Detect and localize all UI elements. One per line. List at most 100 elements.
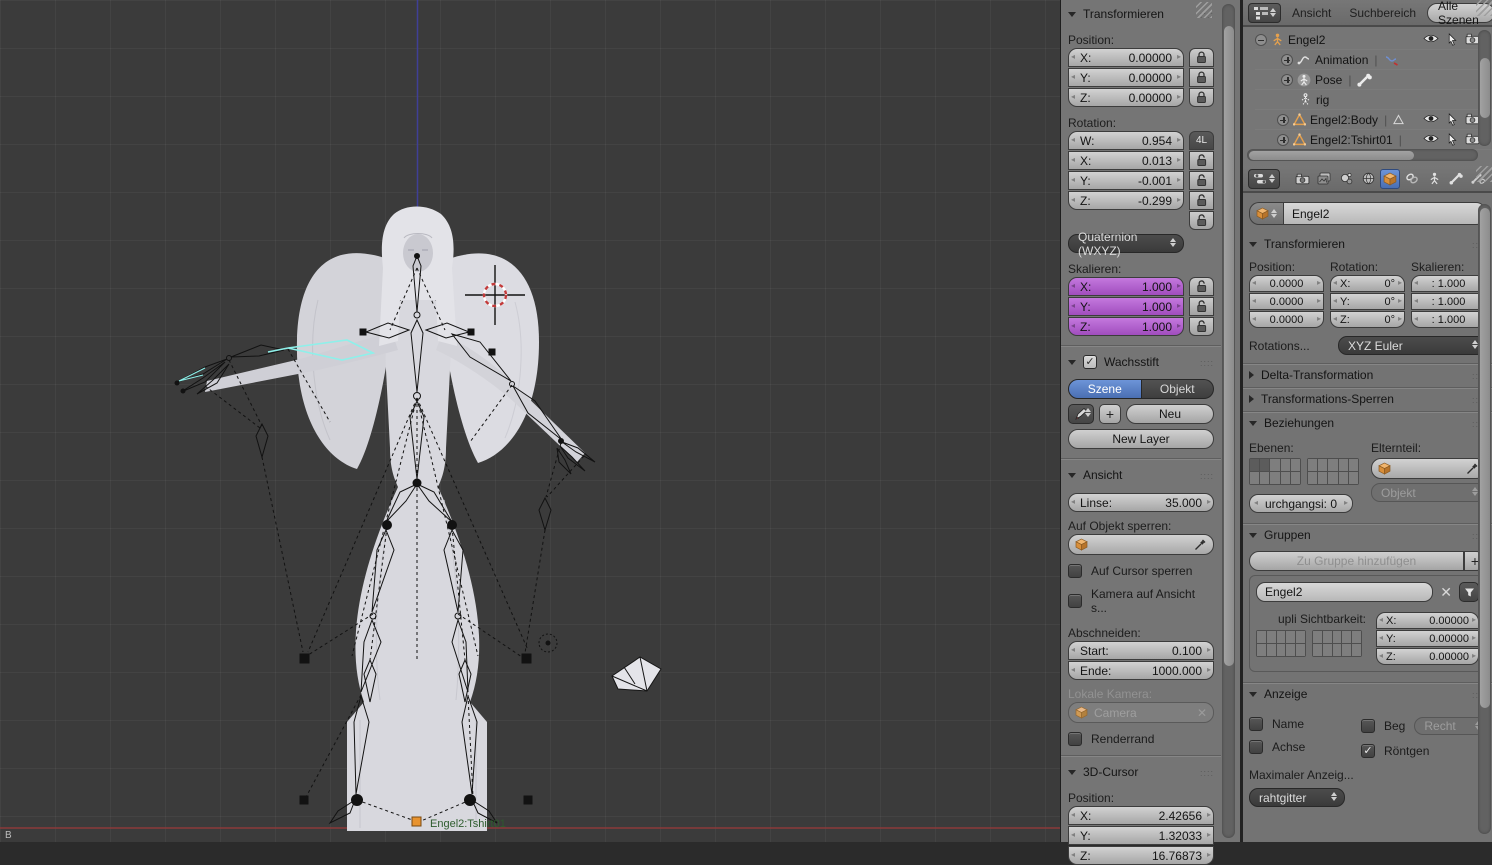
rotation-w-field[interactable]: W:0.954 bbox=[1068, 131, 1184, 150]
object-name-field[interactable]: Engel2 bbox=[1283, 202, 1486, 225]
obj-rotation-x-field[interactable]: X:0° bbox=[1330, 275, 1405, 292]
render-border-checkbox[interactable] bbox=[1068, 732, 1082, 746]
display-axis-row[interactable]: Achse bbox=[1249, 740, 1361, 754]
camera-to-view-checkbox[interactable] bbox=[1068, 594, 1082, 608]
eyedropper-icon[interactable] bbox=[1194, 538, 1207, 551]
display-name-checkbox[interactable] bbox=[1249, 717, 1263, 731]
lock-open-icon[interactable] bbox=[1189, 297, 1214, 316]
dupli-layers-grid-1[interactable] bbox=[1256, 630, 1306, 657]
position-z-field[interactable]: Z:0.00000 bbox=[1068, 88, 1184, 107]
pass-index-field[interactable]: urchgangsi: 0 bbox=[1249, 494, 1353, 513]
panel-header-groups[interactable]: Gruppen bbox=[1249, 525, 1486, 545]
bounds-type-select[interactable]: Recht bbox=[1414, 717, 1486, 735]
lock-closed-icon[interactable] bbox=[1189, 88, 1214, 107]
lens-field[interactable]: Linse:35.000 bbox=[1068, 493, 1214, 512]
outliner-vscrollbar[interactable] bbox=[1478, 30, 1491, 146]
add-icon[interactable] bbox=[1099, 404, 1121, 424]
local-camera-field[interactable]: Camera ✕ bbox=[1068, 702, 1214, 723]
position-y-field[interactable]: Y:0.00000 bbox=[1068, 68, 1184, 87]
selectability-cursor-icon[interactable] bbox=[1447, 113, 1457, 126]
panel-header-display[interactable]: Anzeige bbox=[1249, 684, 1486, 704]
editor-type-button[interactable] bbox=[1248, 2, 1281, 23]
lock-cursor-checkbox[interactable] bbox=[1068, 564, 1082, 578]
outliner-row-body[interactable]: Engel2:Body | bbox=[1255, 110, 1492, 130]
tab-scene[interactable]: Szene bbox=[1068, 379, 1142, 399]
lock-closed-icon[interactable] bbox=[1189, 68, 1214, 87]
obj-position-x-field[interactable]: 0.0000 bbox=[1249, 275, 1324, 292]
group-offset-z-field[interactable]: Z:0.00000 bbox=[1376, 648, 1479, 665]
editor-resize-corner[interactable] bbox=[1476, 166, 1492, 182]
scale-z-field[interactable]: Z:1.000 bbox=[1068, 317, 1184, 336]
lock-open-icon[interactable] bbox=[1189, 211, 1214, 230]
lock-open-icon[interactable] bbox=[1189, 191, 1214, 210]
panel-header-view[interactable]: Ansicht bbox=[1068, 465, 1214, 485]
selectability-cursor-icon[interactable] bbox=[1447, 33, 1457, 46]
new-layer-button[interactable]: New Layer bbox=[1068, 429, 1214, 449]
collapse-minus-icon[interactable] bbox=[1255, 33, 1267, 46]
lock-open-icon[interactable] bbox=[1189, 317, 1214, 336]
editor-type-button[interactable] bbox=[1248, 168, 1280, 189]
panel-header-transform-locks[interactable]: Transformations-Sperren bbox=[1249, 389, 1486, 409]
parent-field[interactable] bbox=[1371, 458, 1486, 479]
group-offset-x-field[interactable]: X:0.00000 bbox=[1376, 612, 1479, 629]
expand-plus-icon[interactable] bbox=[1277, 133, 1289, 146]
rotation-x-field[interactable]: X:0.013 bbox=[1068, 151, 1184, 170]
lock-object-field[interactable] bbox=[1068, 534, 1214, 555]
tab-render-layers-icon[interactable] bbox=[1314, 169, 1334, 189]
panel-header-relations[interactable]: Beziehungen bbox=[1249, 413, 1486, 433]
draw-type-select[interactable]: rahtgitter bbox=[1249, 788, 1345, 807]
visibility-eye-icon[interactable] bbox=[1423, 113, 1439, 124]
expand-plus-icon[interactable] bbox=[1281, 53, 1293, 66]
display-bounds-row[interactable]: Beg Recht bbox=[1361, 717, 1486, 735]
n-panel-scrollbar[interactable] bbox=[1222, 4, 1235, 838]
object-id-badge[interactable] bbox=[1249, 202, 1283, 225]
position-x-field[interactable]: X:0.00000 bbox=[1068, 48, 1184, 67]
obj-position-y-field[interactable]: 0.0000 bbox=[1249, 293, 1324, 310]
outliner-row-pose[interactable]: Pose | bbox=[1255, 70, 1492, 90]
group-options-button[interactable] bbox=[1459, 582, 1479, 602]
lock-open-icon[interactable] bbox=[1189, 151, 1214, 170]
tab-constraints-icon[interactable] bbox=[1402, 169, 1422, 189]
expand-plus-icon[interactable] bbox=[1281, 73, 1293, 86]
render-border-row[interactable]: Renderrand bbox=[1068, 732, 1214, 746]
remove-group-x-icon[interactable]: ✕ bbox=[1438, 584, 1454, 601]
parent-type-select[interactable]: Objekt bbox=[1371, 483, 1486, 502]
dupli-layers-grid-2[interactable] bbox=[1312, 630, 1362, 657]
rotation-mode-select[interactable]: Quaternion (WXYZ) bbox=[1068, 230, 1184, 258]
grease-pencil-datablock-button[interactable] bbox=[1068, 404, 1094, 424]
outliner-row-tshirt[interactable]: Engel2:Tshirt01 | bbox=[1255, 130, 1492, 150]
group-name-field[interactable]: Engel2 bbox=[1256, 582, 1434, 602]
viewport-3d[interactable]: Engel2:Tshirt01 B bbox=[0, 0, 1060, 842]
tab-object[interactable]: Objekt bbox=[1141, 379, 1214, 399]
selectability-cursor-icon[interactable] bbox=[1447, 133, 1457, 146]
obj-rotation-y-field[interactable]: Y:0° bbox=[1330, 293, 1405, 310]
lock-open-icon[interactable] bbox=[1189, 171, 1214, 190]
tab-render-icon[interactable] bbox=[1292, 169, 1312, 189]
panel-header-3d-cursor[interactable]: 3D-Cursor bbox=[1068, 762, 1214, 782]
lock-open-icon[interactable] bbox=[1189, 277, 1214, 296]
panel-header-transform[interactable]: Transformieren bbox=[1068, 4, 1214, 24]
properties-scrollbar[interactable] bbox=[1478, 204, 1491, 834]
menu-search[interactable]: Suchbereich bbox=[1342, 6, 1423, 20]
expand-plus-icon[interactable] bbox=[1277, 113, 1289, 126]
tab-data-icon[interactable] bbox=[1424, 169, 1444, 189]
outliner-hscrollbar[interactable] bbox=[1247, 149, 1478, 161]
clear-x-icon[interactable]: ✕ bbox=[1197, 706, 1207, 720]
menu-view[interactable]: Ansicht bbox=[1285, 6, 1338, 20]
add-to-group-button[interactable]: Zu Gruppe hinzufügen bbox=[1249, 551, 1464, 571]
editor-resize-corner[interactable] bbox=[1476, 0, 1492, 16]
scale-x-field[interactable]: X:1.000 bbox=[1068, 277, 1184, 296]
cursor-x-field[interactable]: X:2.42656 bbox=[1068, 806, 1214, 825]
outliner-row-engel2[interactable]: Engel2 bbox=[1255, 30, 1492, 50]
cursor-y-field[interactable]: Y:1.32033 bbox=[1068, 826, 1214, 845]
camera-to-view-row[interactable]: Kamera auf Ansicht s... bbox=[1068, 587, 1214, 615]
obj-rotation-z-field[interactable]: Z:0° bbox=[1330, 311, 1405, 328]
grease-pencil-checkbox[interactable] bbox=[1083, 355, 1097, 369]
obj-scale-y-field[interactable]: : 1.000 bbox=[1411, 293, 1486, 310]
lock-closed-icon[interactable] bbox=[1189, 48, 1214, 67]
display-xray-checkbox[interactable] bbox=[1361, 744, 1375, 758]
editor-resize-corner[interactable] bbox=[1196, 2, 1212, 18]
panel-header-delta-transform[interactable]: Delta-Transformation bbox=[1249, 365, 1486, 385]
cursor-z-field[interactable]: Z:16.76873 bbox=[1068, 846, 1214, 865]
display-xray-row[interactable]: Röntgen bbox=[1361, 744, 1486, 758]
